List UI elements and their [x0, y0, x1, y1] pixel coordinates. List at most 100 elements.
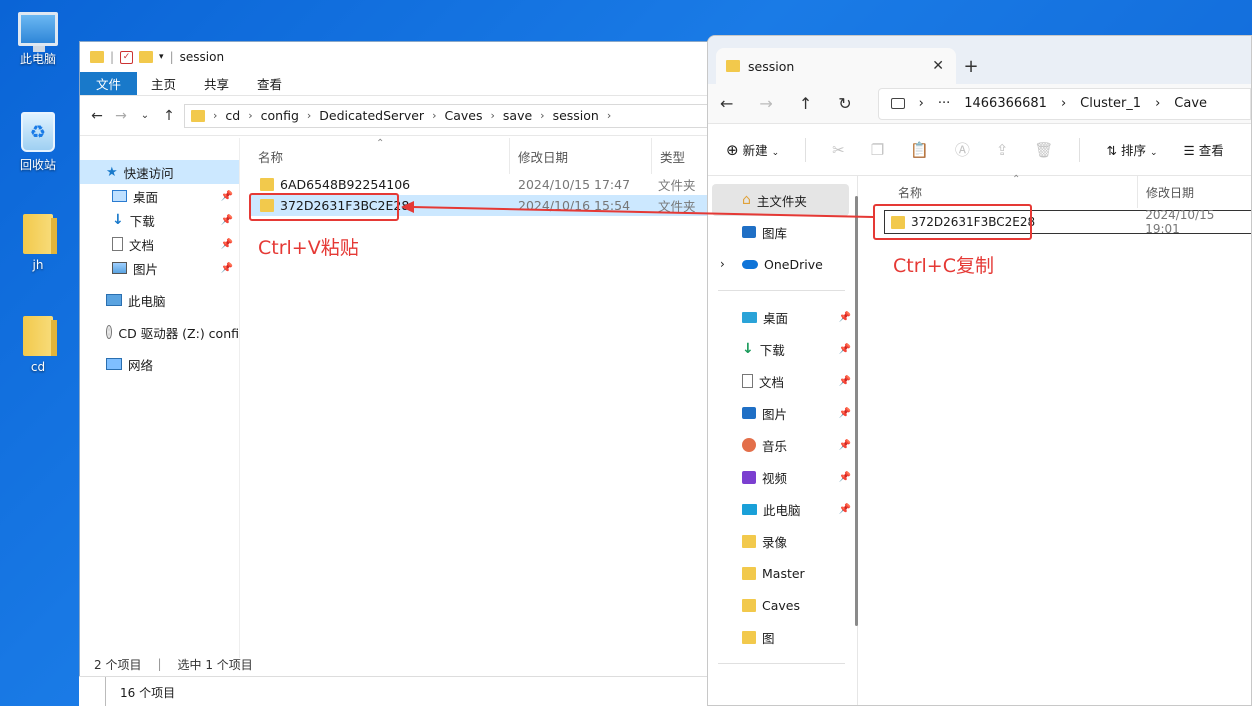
desktop-icon-cd[interactable]: cd — [3, 316, 73, 374]
view-label: 查看 — [1198, 143, 1224, 158]
sidebar-item-home[interactable]: ⌂ 主文件夹 — [712, 184, 849, 216]
chevron-right-icon[interactable]: › — [307, 109, 311, 122]
address-overflow[interactable]: ··· — [938, 96, 950, 111]
sidebar-item-downloads[interactable]: ↓ 下载 📌 — [80, 208, 239, 232]
tab-view[interactable]: 查看 — [243, 72, 296, 95]
add-tab-button[interactable]: + — [956, 48, 986, 84]
breadcrumb-item[interactable]: cd — [225, 108, 240, 123]
sidebar-item-label: 图 — [762, 630, 775, 646]
sidebar-item-recordings[interactable]: 录像 — [708, 525, 857, 557]
breadcrumb-item[interactable]: config — [261, 108, 299, 123]
view-button[interactable]: ☰ 查看 — [1183, 140, 1223, 159]
sort-button[interactable]: ⇅ 排序 ⌄ — [1106, 140, 1157, 159]
folder-icon — [742, 534, 756, 548]
sidebar-item-network[interactable]: 网络 — [80, 352, 239, 376]
rename-icon[interactable]: Ⓐ — [955, 139, 970, 160]
chevron-right-icon[interactable]: › — [540, 109, 544, 122]
chevron-right-icon[interactable]: › — [248, 109, 252, 122]
sidebar-item-videos[interactable]: 视频 📌 — [708, 461, 857, 493]
properties-icon[interactable]: ✓ — [120, 50, 134, 64]
breadcrumb-item[interactable]: Caves — [444, 108, 482, 123]
back-arrow-icon[interactable]: ← — [88, 108, 106, 124]
chevron-right-icon[interactable]: › — [490, 109, 494, 122]
new-button[interactable]: ⊕ 新建 ⌄ — [726, 140, 779, 159]
refresh-icon[interactable]: ↻ — [838, 94, 851, 113]
desktop-icon-jh[interactable]: jh — [3, 214, 73, 272]
chevron-right-icon[interactable]: › — [432, 109, 436, 122]
address-bar[interactable]: › ··· 1466366681 › Cluster_1 › Cave — [877, 87, 1251, 120]
column-header-date[interactable]: 修改日期 — [510, 138, 652, 174]
tab-share[interactable]: 共享 — [190, 72, 243, 95]
sidebar-item-gallery[interactable]: 图库 — [708, 216, 857, 248]
file-date: 2024/10/15 17:47 — [518, 177, 631, 192]
sidebar-item-pictures-folder[interactable]: 图 — [708, 621, 857, 653]
sidebar-item-music[interactable]: 音乐 📌 — [708, 429, 857, 461]
tab-home[interactable]: 主页 — [137, 72, 190, 95]
share-icon[interactable]: ⇪ — [996, 141, 1009, 159]
quick-access-dropdown-icon[interactable]: ▾ — [159, 52, 164, 62]
recent-chevron-icon[interactable]: ⌄ — [136, 110, 154, 121]
breadcrumb-item[interactable]: session — [553, 108, 599, 123]
breadcrumb-item[interactable]: save — [503, 108, 532, 123]
column-header-date[interactable]: 修改日期 — [1138, 184, 1194, 201]
sort-ascending-icon: ⌃ — [376, 138, 385, 149]
chevron-right-icon[interactable]: › — [919, 96, 924, 111]
sidebar-item-desktop[interactable]: 桌面 📌 — [708, 301, 857, 333]
network-icon — [106, 358, 122, 370]
desktop-icon — [742, 311, 757, 323]
separator: | — [169, 50, 174, 64]
sidebar-item-quick-access[interactable]: ★ 快速访问 — [80, 160, 239, 184]
sidebar-scrollbar[interactable] — [855, 196, 858, 626]
breadcrumb-item[interactable]: 1466366681 — [964, 96, 1047, 111]
chevron-right-icon[interactable]: › — [720, 257, 725, 271]
delete-icon[interactable]: 🗑 — [1034, 141, 1053, 159]
chevron-right-icon[interactable]: › — [1061, 96, 1066, 111]
item-count: 2 个项目 — [94, 657, 142, 672]
ribbon-tabs: 文件 主页 共享 查看 — [80, 72, 718, 96]
navigation-bar: ← → ↑ ↻ › ··· 1466366681 › Cluster_1 › C… — [708, 84, 1251, 124]
close-icon[interactable]: ✕ — [932, 58, 944, 74]
new-folder-icon[interactable] — [139, 51, 154, 63]
breadcrumb-item[interactable]: DedicatedServer — [319, 108, 424, 123]
table-row[interactable]: 6AD6548B92254106 2024/10/15 17:47 文件夹 — [250, 174, 710, 195]
sidebar-item-onedrive[interactable]: › OneDrive — [708, 248, 857, 280]
separator: | — [110, 50, 115, 64]
address-bar[interactable]: › cd › config › DedicatedServer › Caves … — [184, 103, 710, 128]
paste-icon[interactable]: 📋 — [910, 141, 929, 159]
sidebar-item-label: 图库 — [762, 225, 788, 241]
download-icon: ↓ — [742, 341, 754, 357]
tab-file[interactable]: 文件 — [80, 72, 138, 95]
column-header-type[interactable]: 类型 — [652, 147, 685, 166]
paste-annotation: Ctrl+V粘贴 — [258, 237, 359, 259]
folder-icon — [742, 598, 756, 612]
sidebar-item-desktop[interactable]: 桌面 📌 — [80, 184, 239, 208]
sidebar-item-label: 桌面 — [763, 310, 789, 326]
cut-icon[interactable]: ✂ — [832, 141, 845, 159]
chevron-right-icon[interactable]: › — [213, 109, 217, 122]
up-arrow-icon[interactable]: ↑ — [799, 94, 812, 113]
desktop-icon-this-pc[interactable]: 此电脑 — [3, 12, 73, 67]
sidebar-item-pictures[interactable]: 图片 📌 — [708, 397, 857, 429]
sidebar-item-downloads[interactable]: ↓ 下载 📌 — [708, 333, 857, 365]
sidebar-item-pictures[interactable]: 图片 📌 — [80, 256, 239, 280]
sidebar-item-documents[interactable]: 文档 📌 — [708, 365, 857, 397]
forward-arrow-icon[interactable]: → — [112, 108, 130, 124]
back-arrow-icon[interactable]: ← — [720, 94, 733, 113]
folder-icon — [23, 316, 57, 356]
sidebar-item-this-pc[interactable]: 此电脑 — [80, 288, 239, 312]
breadcrumb-item[interactable]: Cave — [1174, 96, 1207, 111]
chevron-right-icon[interactable]: › — [607, 109, 611, 122]
forward-arrow-icon[interactable]: → — [759, 94, 772, 113]
chevron-right-icon[interactable]: › — [1155, 96, 1160, 111]
sidebar-item-master[interactable]: Master — [708, 557, 857, 589]
sidebar-item-caves[interactable]: Caves — [708, 589, 857, 621]
breadcrumb-item[interactable]: Cluster_1 — [1080, 96, 1141, 111]
sidebar-item-documents[interactable]: 文档 📌 — [80, 232, 239, 256]
copy-icon[interactable]: ❐ — [871, 141, 884, 159]
sidebar-item-cd-drive[interactable]: CD 驱动器 (Z:) confi — [80, 320, 239, 344]
file-type: 文件夹 — [658, 199, 696, 214]
desktop-icon-recycle-bin[interactable]: ♻ 回收站 — [3, 112, 73, 173]
tab-session[interactable]: session ✕ — [716, 48, 956, 84]
up-arrow-icon[interactable]: ↑ — [160, 108, 178, 124]
sidebar-item-this-pc[interactable]: 此电脑 📌 — [708, 493, 857, 525]
